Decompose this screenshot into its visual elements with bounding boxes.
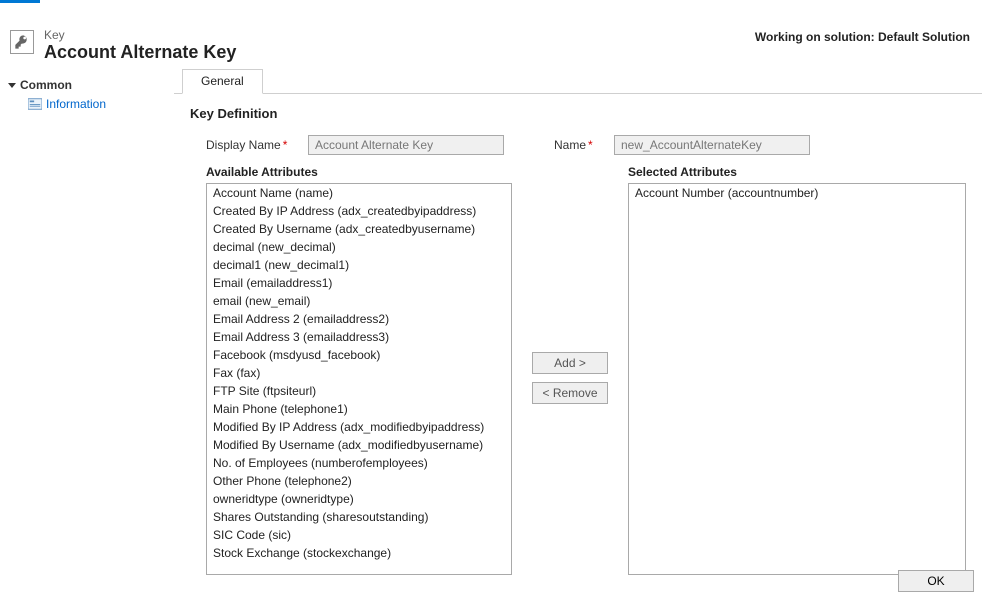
remove-button[interactable]: < Remove	[532, 382, 608, 404]
list-item[interactable]: Fax (fax)	[207, 364, 511, 382]
list-item[interactable]: SIC Code (sic)	[207, 526, 511, 544]
nav-sidebar: Common Information	[0, 68, 174, 598]
list-item[interactable]: email (new_email)	[207, 292, 511, 310]
list-item[interactable]: decimal1 (new_decimal1)	[207, 256, 511, 274]
nav-group-common[interactable]: Common	[8, 76, 174, 94]
required-marker: *	[588, 138, 593, 152]
list-item[interactable]: Email (emailaddress1)	[207, 274, 511, 292]
list-item[interactable]: Shares Outstanding (sharesoutstanding)	[207, 508, 511, 526]
list-item[interactable]: Email Address 2 (emailaddress2)	[207, 310, 511, 328]
sidebar-item-information[interactable]: Information	[8, 94, 174, 114]
list-item[interactable]: Created By IP Address (adx_createdbyipad…	[207, 202, 511, 220]
entity-type-label: Key	[44, 28, 755, 42]
form-icon	[28, 98, 42, 110]
ok-button[interactable]: OK	[898, 570, 974, 592]
name-field[interactable]	[614, 135, 810, 155]
list-item[interactable]: Account Name (name)	[207, 184, 511, 202]
list-item[interactable]: decimal (new_decimal)	[207, 238, 511, 256]
solution-context-label: Working on solution: Default Solution	[755, 28, 972, 44]
list-item[interactable]: No. of Employees (numberofemployees)	[207, 454, 511, 472]
selected-attributes-listbox[interactable]: Account Number (accountnumber)	[628, 183, 966, 575]
display-name-label: Display Name*	[206, 138, 298, 152]
add-button[interactable]: Add >	[532, 352, 608, 374]
list-item[interactable]: owneridtype (owneridtype)	[207, 490, 511, 508]
list-item[interactable]: Created By Username (adx_createdbyuserna…	[207, 220, 511, 238]
nav-group-label: Common	[20, 78, 72, 92]
tab-bar: General	[174, 68, 982, 94]
section-title: Key Definition	[174, 94, 982, 121]
collapse-icon	[8, 83, 16, 88]
page-title: Account Alternate Key	[44, 42, 755, 63]
available-attributes-listbox[interactable]: Account Name (name)Created By IP Address…	[206, 183, 512, 575]
progress-indicator	[0, 0, 40, 3]
tab-general[interactable]: General	[182, 69, 263, 94]
list-item[interactable]: Email Address 3 (emailaddress3)	[207, 328, 511, 346]
list-item[interactable]: Other Phone (telephone2)	[207, 472, 511, 490]
required-marker: *	[283, 138, 288, 152]
available-attributes-label: Available Attributes	[206, 165, 512, 179]
list-item[interactable]: Modified By Username (adx_modifiedbyuser…	[207, 436, 511, 454]
sidebar-item-label: Information	[46, 97, 106, 111]
name-label: Name*	[554, 138, 604, 152]
list-item[interactable]: Account Number (accountnumber)	[629, 184, 965, 202]
list-item[interactable]: Facebook (msdyusd_facebook)	[207, 346, 511, 364]
main-panel: General Key Definition Display Name* Nam…	[174, 68, 982, 598]
list-item[interactable]: FTP Site (ftpsiteurl)	[207, 382, 511, 400]
display-name-field[interactable]	[308, 135, 504, 155]
page-header: Key Account Alternate Key Working on sol…	[0, 0, 982, 68]
list-item[interactable]: Modified By IP Address (adx_modifiedbyip…	[207, 418, 511, 436]
list-item[interactable]: Stock Exchange (stockexchange)	[207, 544, 511, 562]
list-item[interactable]: Main Phone (telephone1)	[207, 400, 511, 418]
selected-attributes-label: Selected Attributes	[628, 165, 966, 179]
key-icon	[10, 30, 34, 54]
